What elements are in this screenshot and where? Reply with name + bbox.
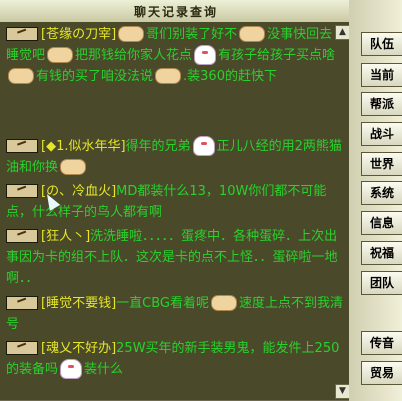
tab-current[interactable]: 当前 [361,63,402,87]
tab-system[interactable]: 系统 [361,181,402,205]
sheep-emote-icon [192,135,215,156]
speaker-channel-icon [6,183,38,198]
chat-history-window: 聊天记录查询 × [苍缘の刀宰]哥们别装了好不没事快回去睡觉吧把那钱给你家人花点… [0,0,402,401]
tab-battle[interactable]: 战斗 [361,122,402,146]
tab-info[interactable]: 信息 [361,211,402,235]
handshake-emote-icon [211,294,237,311]
chat-log: [苍缘の刀宰] 哥们别装了好不 没事快回去睡觉吧 把那钱给你家人花点 有孩子给孩子买点啥… [0,22,349,400]
message-text: 有钱的买了咱没法说 [36,69,154,84]
sender-name[interactable]: [◆1.似水年华] [41,139,126,154]
speaker-channel-icon [6,26,38,41]
speaker-channel-icon [6,138,38,153]
chat-message: [狂人丶]洗洗睡啦．．．．．蛋疼中．各种蛋碎．上次出事因为卡的组不上队．这次是卡… [6,226,344,289]
handshake-emote-icon [47,46,74,63]
scroll-up-button[interactable]: ▲ [335,25,350,40]
sheep-emote-icon [194,44,217,65]
window-title: 聊天记录查询 [133,5,218,19]
message-text: 哥们别装了好不 [146,27,238,42]
tab-blessing[interactable]: 祝福 [361,241,402,265]
sender-name[interactable]: [睡觉不要钱] [41,296,116,311]
message-text: 得年的兄弟 [125,139,191,154]
tab-trade[interactable]: 贸易 [361,361,402,385]
sender-name[interactable]: 火] [98,184,116,199]
tab-team[interactable]: 队伍 [361,32,402,56]
scroll-down-button[interactable]: ▼ [335,384,350,399]
tab-world[interactable]: 世界 [361,152,402,176]
chat-message: [睡觉不要钱]一直CBG看着呢 速度上点不到我清号 [6,293,344,335]
handshake-emote-icon [118,25,145,42]
handshake-emote-icon [8,67,34,84]
sender-name[interactable]: [魂乂不好办] [41,341,116,356]
message-text: .装360的赶快下 [183,69,277,84]
chat-message: [苍缘の刀宰] 哥们别装了好不 没事快回去睡觉吧 把那钱给你家人花点 有孩子给孩子买点啥… [6,24,344,87]
message-text: 装什么 [84,362,124,377]
chat-message: [◆1.似水年华]得年的兄弟 正儿八经的用2两熊猫油和你换 [6,135,344,178]
chat-message: [魂乂不好办]25W买年的新手装男鬼，能发件上250的装备吗 装什么 [6,338,344,380]
tab-whisper[interactable]: 传音 [361,331,402,355]
speaker-channel-icon [6,295,38,310]
title-bar: 聊天记录查询 × [0,0,402,23]
handshake-emote-icon [239,25,266,42]
speaker-channel-icon [6,340,38,355]
message-text: 把那钱给你家人花点 [75,48,193,63]
tab-guild[interactable]: 帮派 [361,92,402,116]
tab-group[interactable]: 团队 [361,271,402,295]
sender-name[interactable]: [苍缘の刀宰] [41,27,116,42]
speaker-channel-icon [6,228,38,243]
handshake-emote-icon [155,67,182,84]
message-text: 一直CBG看着呢 [116,296,209,311]
sheep-emote-icon [60,358,83,379]
message-text: 有孩子给孩子买点啥 [218,48,336,63]
sender-name[interactable]: [狂人丶] [41,229,90,244]
handshake-emote-icon [60,158,87,175]
